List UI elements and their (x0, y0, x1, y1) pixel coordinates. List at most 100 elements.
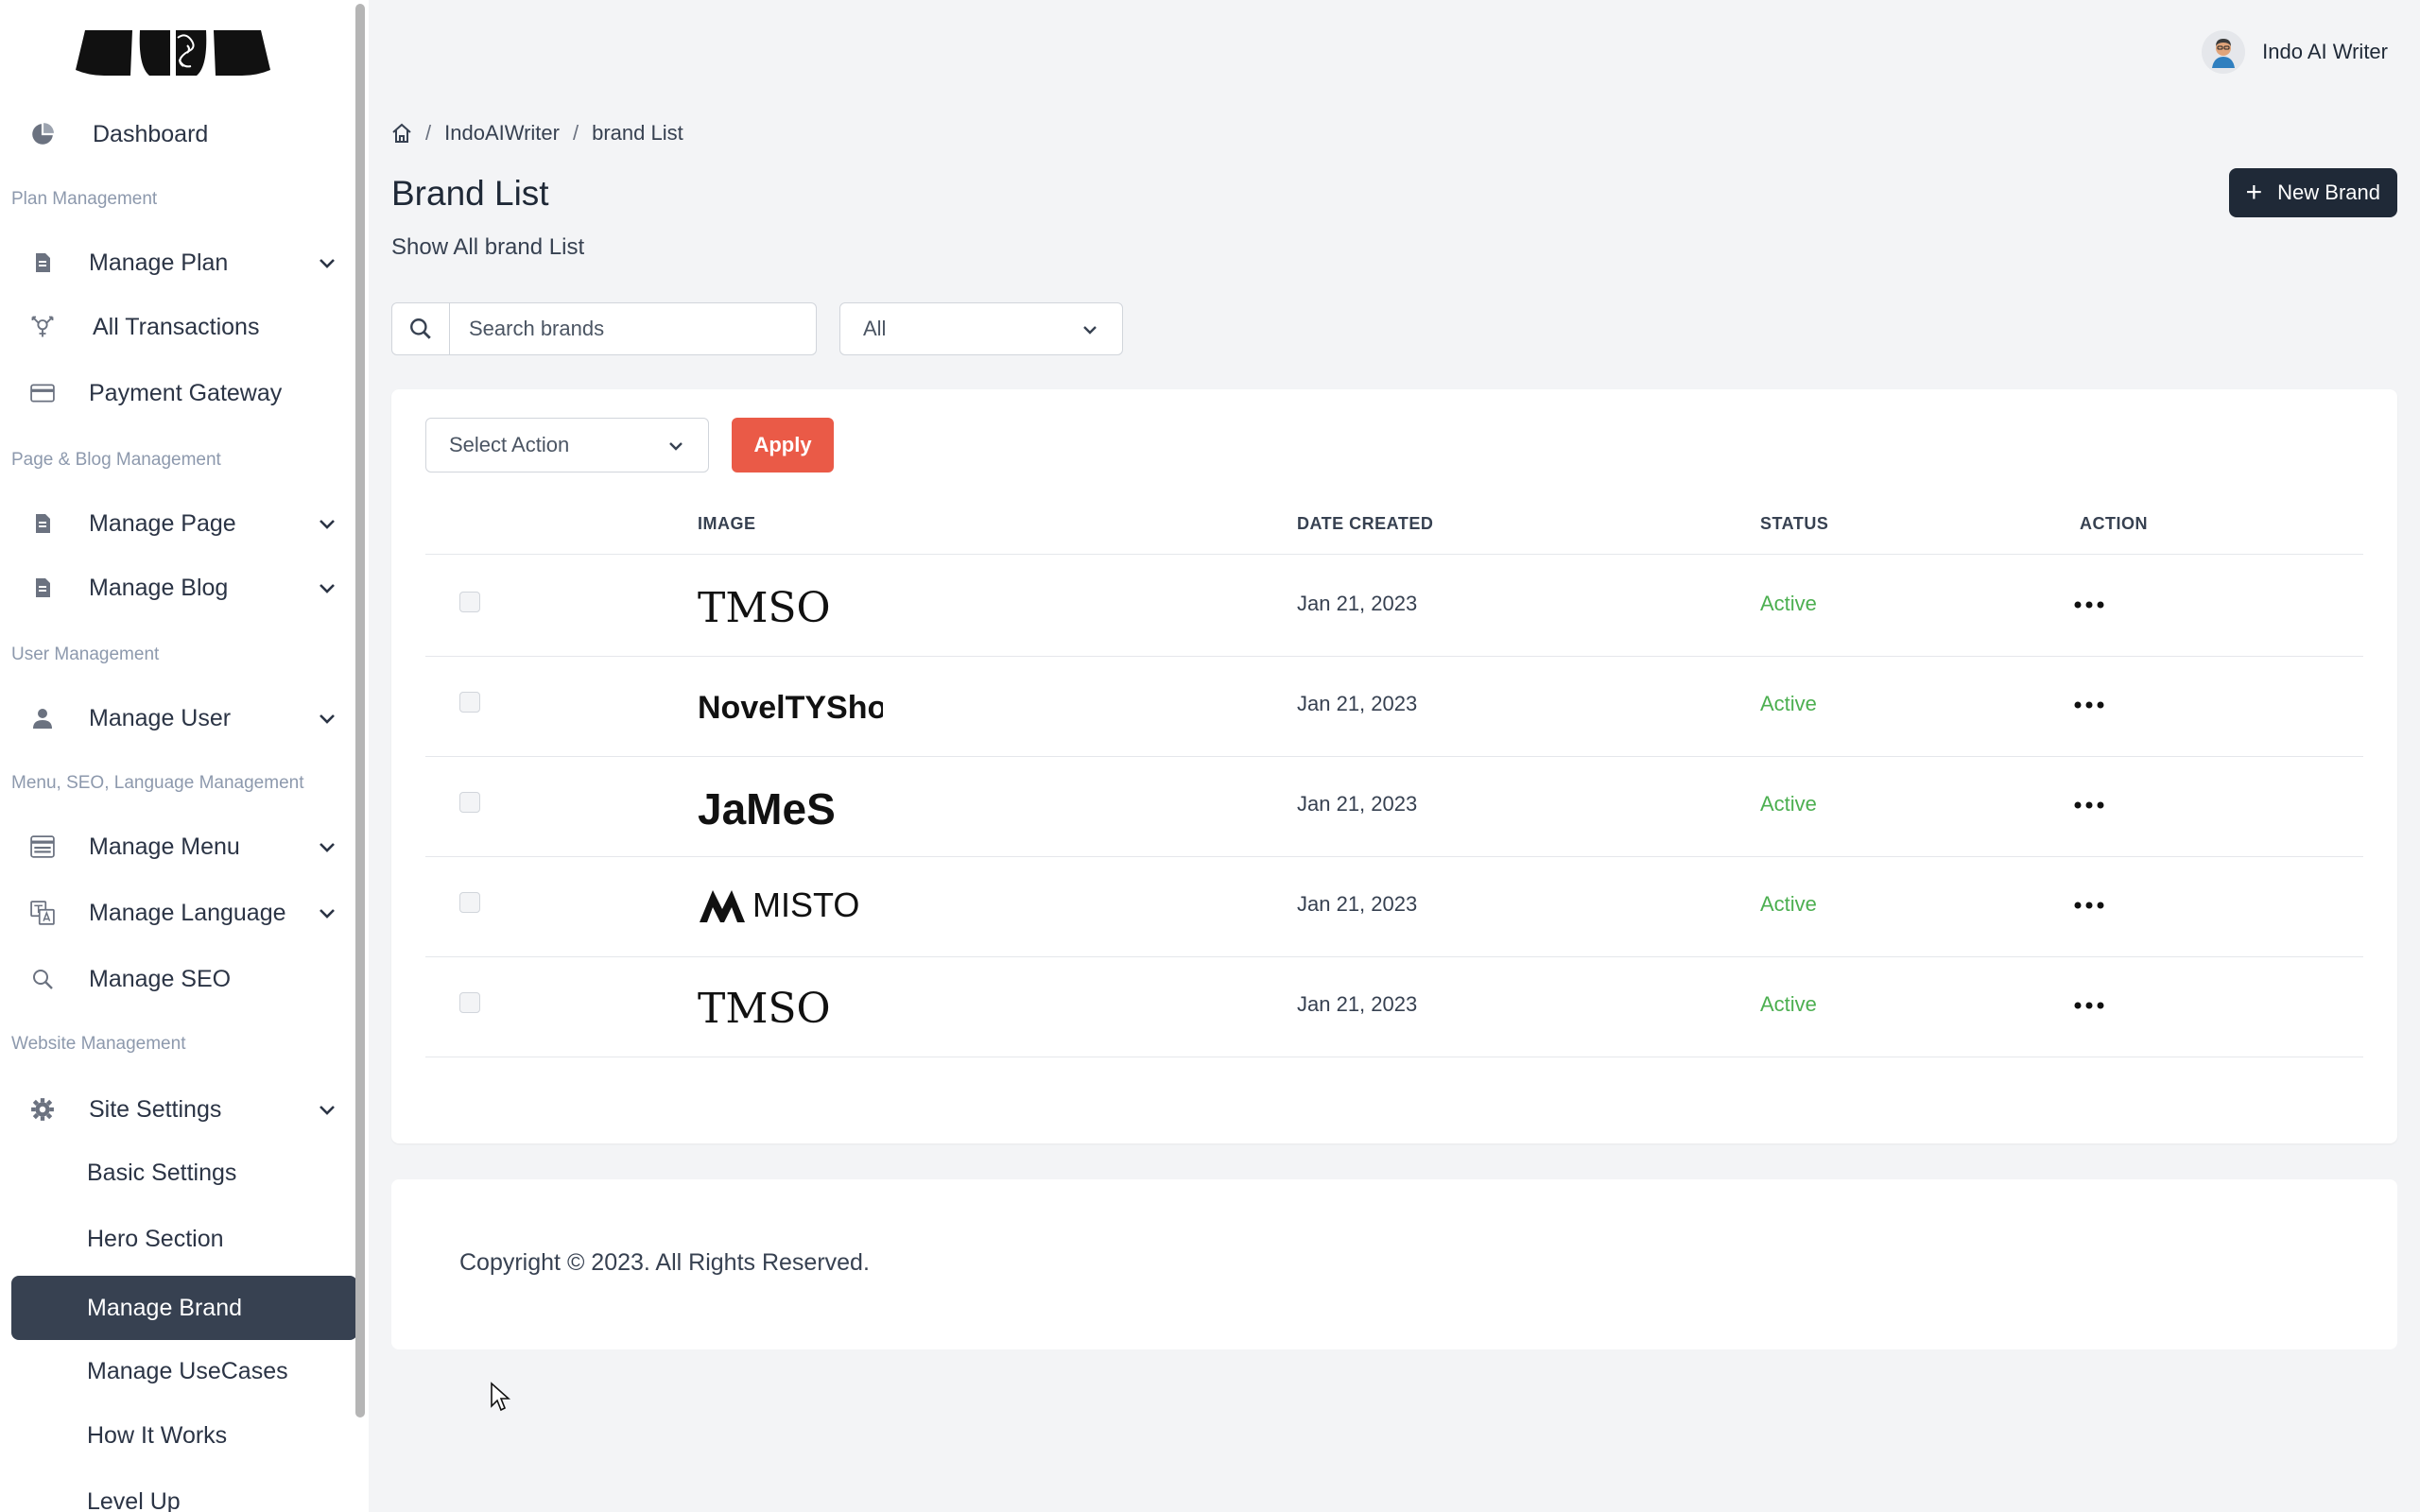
brand-logo-image: TMSO (698, 985, 831, 1033)
chevron-down-icon[interactable] (318, 837, 337, 856)
new-brand-label: New Brand (2277, 180, 2380, 204)
document-icon (28, 574, 57, 602)
row-date: Jan 21, 2023 (1297, 592, 1418, 615)
brand-logo[interactable] (76, 28, 270, 77)
bulk-action-value: Select Action (449, 433, 570, 456)
chevron-down-icon[interactable] (318, 709, 337, 728)
sidebar-item-label: Manage Blog (89, 574, 229, 601)
new-brand-button[interactable]: + New Brand (2228, 168, 2397, 217)
row-date: Jan 21, 2023 (1297, 892, 1418, 916)
brand-logo-image: TMSO (698, 584, 831, 632)
table-row: JaMeS Jan 21, 2023 Active (425, 756, 2363, 857)
row-checkbox[interactable] (459, 692, 480, 713)
status-badge: Active (1760, 692, 1817, 715)
more-options-icon[interactable] (2072, 794, 2106, 816)
breadcrumb-item-current: brand List (592, 121, 683, 145)
chevron-down-icon[interactable] (318, 578, 337, 597)
search-input[interactable] (450, 303, 816, 354)
sidebar-item-manage-menu[interactable]: Manage Menu (11, 816, 357, 877)
home-icon[interactable] (391, 123, 412, 144)
sidebar-subitem-manage-usecases[interactable]: Manage UseCases (11, 1342, 357, 1400)
sidebar-item-manage-language[interactable]: Manage Language (11, 883, 357, 943)
table-row: TMSO Jan 21, 2023 Active (425, 556, 2363, 657)
chevron-down-icon[interactable] (318, 514, 337, 533)
apply-button[interactable]: Apply (732, 418, 834, 472)
sidebar-item-payment-gateway[interactable]: Payment Gateway (11, 363, 357, 423)
breadcrumb-separator: / (425, 121, 432, 145)
status-filter-value: All (863, 317, 887, 340)
row-checkbox[interactable] (459, 992, 480, 1013)
sidebar-item-label: Manage Page (89, 509, 236, 537)
sidebar-subitem-hero-section[interactable]: Hero Section (11, 1210, 357, 1268)
footer: Copyright © 2023. All Rights Reserved. (391, 1179, 2397, 1349)
gear-icon (28, 1095, 57, 1124)
sidebar-subitem-how-it-works[interactable]: How It Works (11, 1406, 357, 1465)
user-name: Indo AI Writer (2262, 40, 2388, 63)
brand-logo-image: JaMeS (698, 784, 836, 833)
column-header-status: STATUS (1760, 514, 1829, 533)
logo-text: TMSO (698, 584, 831, 632)
row-checkbox[interactable] (459, 792, 480, 813)
sidebar-item-manage-page[interactable]: Manage Page (11, 493, 357, 554)
logo-text: NovelTYShop (698, 690, 883, 726)
table-row: NovelTYShop Jan 21, 2023 Active (425, 656, 2363, 757)
table-header-divider (425, 554, 2363, 555)
sidebar-item-label: Manage User (89, 704, 232, 731)
sidebar-item-dashboard[interactable]: Dashboard (11, 104, 357, 164)
sidebar-scrollbar[interactable] (355, 4, 365, 1418)
logo-text: JaMeS (698, 784, 836, 833)
row-date: Jan 21, 2023 (1297, 992, 1418, 1016)
section-label-page-blog: Page & Blog Management (11, 450, 221, 470)
row-checkbox[interactable] (459, 592, 480, 612)
sidebar-item-manage-seo[interactable]: Manage SEO (11, 949, 357, 1009)
sidebar-item-label: Dashboard (93, 120, 209, 147)
column-header-image: IMAGE (698, 514, 756, 533)
avatar (2202, 30, 2246, 74)
status-badge: Active (1760, 592, 1817, 615)
sidebar-subitem-manage-brand[interactable]: Manage Brand (11, 1276, 357, 1340)
breadcrumb-item-indoaiwriter[interactable]: IndoAIWriter (444, 121, 560, 146)
copyright-text: Copyright © 2023. All Rights Reserved. (459, 1249, 870, 1276)
sidebar-item-site-settings[interactable]: Site Settings (11, 1079, 357, 1140)
sidebar-item-manage-blog[interactable]: Manage Blog (11, 558, 357, 618)
bulk-action-select[interactable]: Select Action (425, 418, 709, 472)
logo-text: TMSO (698, 985, 831, 1033)
document-icon (28, 249, 57, 277)
row-date: Jan 21, 2023 (1297, 692, 1418, 715)
user-menu[interactable]: Indo AI Writer (2202, 30, 2388, 74)
page-title: Brand List (391, 174, 549, 213)
row-checkbox[interactable] (459, 892, 480, 913)
more-options-icon[interactable] (2072, 694, 2106, 716)
sidebar-item-manage-user[interactable]: Manage User (11, 688, 357, 748)
sidebar-item-label: Manage SEO (89, 965, 232, 992)
more-options-icon[interactable] (2072, 894, 2106, 917)
table-row: MISTO Jan 21, 2023 Active (425, 856, 2363, 957)
chevron-down-icon[interactable] (318, 1100, 337, 1119)
document-icon (28, 509, 57, 538)
sidebar-item-manage-plan[interactable]: Manage Plan (11, 232, 357, 293)
sidebar-subitem-basic-settings[interactable]: Basic Settings (11, 1143, 357, 1202)
more-options-icon[interactable] (2072, 593, 2106, 616)
search-icon[interactable] (392, 303, 450, 354)
status-filter-select[interactable]: All (839, 302, 1123, 355)
section-label-website: Website Management (11, 1034, 186, 1054)
page-subtitle: Show All brand List (391, 234, 585, 260)
column-header-date: DATE CREATED (1297, 514, 1434, 533)
sidebar-item-label: Manage Plan (89, 249, 229, 276)
chevron-down-icon (669, 442, 683, 451)
column-header-action: ACTION (2080, 514, 2148, 533)
translate-icon (28, 899, 57, 927)
chevron-down-icon[interactable] (318, 903, 337, 922)
sidebar-item-all-transactions[interactable]: All Transactions (11, 297, 357, 357)
more-options-icon[interactable] (2072, 994, 2106, 1017)
sidebar: Dashboard Plan Management Manage Plan Al… (0, 0, 369, 1512)
logo-text: MISTO (752, 885, 859, 924)
sidebar-subitem-level-up[interactable]: Level Up (11, 1472, 357, 1512)
chevron-down-icon[interactable] (318, 253, 337, 272)
chevron-down-icon (1083, 326, 1097, 335)
section-label-menu-seo: Menu, SEO, Language Management (11, 773, 304, 793)
status-badge: Active (1760, 892, 1817, 916)
search-box (391, 302, 817, 355)
breadcrumb-separator: / (572, 121, 579, 145)
brand-logo-image: MISTO (700, 885, 859, 924)
